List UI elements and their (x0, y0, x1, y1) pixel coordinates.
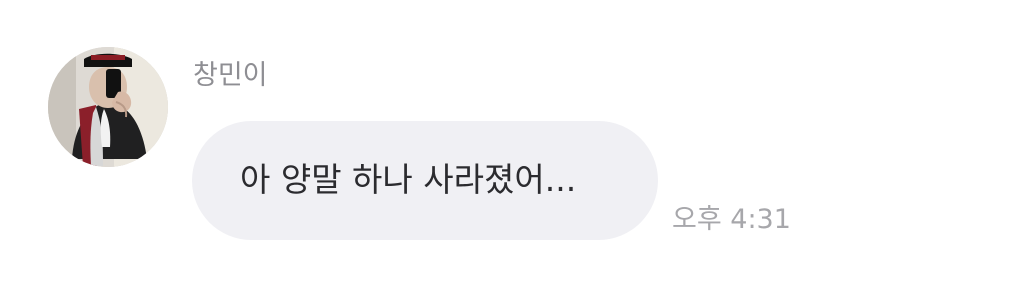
message-text: 아 양말 하나 사라졌어... (240, 160, 577, 199)
message-timestamp: 오후 4:31 (672, 204, 791, 235)
incoming-message-row: 창민이 아 양말 하나 사라졌어... 오후 4:31 (0, 0, 1014, 299)
profile-photo-icon[interactable] (48, 47, 168, 167)
sender-name: 창민이 (193, 60, 268, 91)
message-bubble[interactable]: 아 양말 하나 사라졌어... (192, 121, 658, 240)
